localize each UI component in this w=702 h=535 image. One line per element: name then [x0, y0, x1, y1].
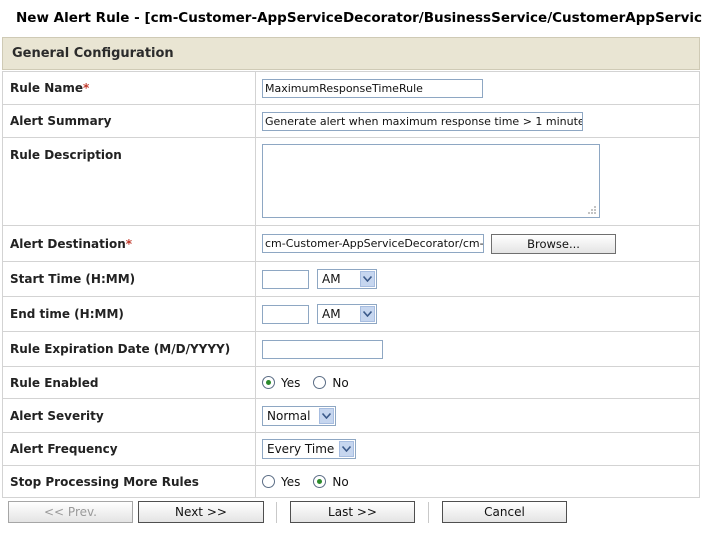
form-row-stop-processing: Stop Processing More Rules Yes No: [2, 465, 700, 498]
cancel-button[interactable]: Cancel: [442, 501, 567, 523]
page-title: New Alert Rule - [cm-Customer-AppService…: [16, 10, 702, 26]
alert-severity-label: Alert Severity: [2, 398, 256, 433]
alert-destination-input[interactable]: cm-Customer-AppServiceDecorator/cm-Custo…: [262, 234, 484, 253]
radio-selected-dot: [266, 380, 271, 385]
last-button[interactable]: Last >>: [290, 501, 415, 523]
chevron-down-icon[interactable]: [319, 407, 334, 424]
form-row-alert-summary: Alert Summary Generate alert when maximu…: [2, 104, 700, 138]
alert-severity-select[interactable]: Normal: [262, 405, 336, 426]
button-separator: [428, 502, 429, 523]
prev-button[interactable]: << Prev.: [8, 501, 133, 523]
required-marker: *: [83, 81, 90, 95]
button-separator: [276, 502, 277, 523]
stop-processing-no-label[interactable]: No: [332, 475, 348, 489]
form-row-rule-name: Rule Name* MaximumResponseTimeRule: [2, 71, 700, 105]
alert-frequency-select[interactable]: Every Time: [262, 439, 356, 459]
form-row-alert-destination: Alert Destination* cm-Customer-AppServic…: [2, 225, 700, 262]
alert-severity-value: Normal: [267, 408, 311, 423]
form-row-rule-description: Rule Description: [2, 137, 700, 226]
general-configuration-form: Rule Name* MaximumResponseTimeRule Alert…: [2, 71, 700, 498]
start-ampm-select[interactable]: AM: [317, 269, 377, 289]
form-row-rule-enabled: Rule Enabled Yes No: [2, 366, 700, 399]
rule-enabled-radio-group: Yes No: [262, 376, 699, 390]
section-title: General Configuration: [12, 46, 174, 61]
resize-grip-icon[interactable]: [587, 205, 597, 215]
rule-enabled-label: Rule Enabled: [2, 366, 256, 399]
form-row-alert-frequency: Alert Frequency Every Time: [2, 432, 700, 466]
section-header: General Configuration: [2, 37, 700, 70]
end-time-input[interactable]: [262, 304, 309, 324]
alert-summary-label: Alert Summary: [2, 104, 256, 138]
rule-enabled-no-label[interactable]: No: [332, 376, 348, 390]
rule-description-label: Rule Description: [2, 137, 256, 226]
rule-enabled-yes-radio[interactable]: [262, 376, 275, 389]
chevron-down-icon[interactable]: [339, 441, 354, 457]
start-time-label: Start Time (H:MM): [2, 261, 256, 297]
alert-destination-label: Alert Destination*: [2, 225, 256, 262]
form-row-end-time: End time (H:MM) AM: [2, 296, 700, 332]
stop-processing-yes-radio[interactable]: [262, 475, 275, 488]
expiration-date-label: Rule Expiration Date (M/D/YYYY): [2, 331, 256, 367]
chevron-down-icon[interactable]: [360, 306, 375, 322]
required-marker: *: [125, 236, 133, 251]
stop-processing-label: Stop Processing More Rules: [2, 465, 256, 498]
stop-processing-no-radio[interactable]: [313, 475, 327, 488]
end-time-label: End time (H:MM): [2, 296, 256, 332]
radio-selected-dot: [317, 479, 323, 484]
form-row-expiration-date: Rule Expiration Date (M/D/YYYY): [2, 331, 700, 367]
start-ampm-value: AM: [322, 272, 341, 286]
chevron-down-icon[interactable]: [360, 271, 375, 287]
end-ampm-select[interactable]: AM: [317, 304, 377, 324]
rule-description-textarea[interactable]: [262, 144, 600, 218]
stop-processing-radio-group: Yes No: [262, 475, 699, 489]
alert-frequency-label: Alert Frequency: [2, 432, 256, 466]
form-row-start-time: Start Time (H:MM) AM: [2, 261, 700, 297]
rule-name-label: Rule Name*: [2, 71, 256, 105]
wizard-button-bar: << Prev. Next >> Last >> Cancel: [0, 501, 702, 525]
browse-button[interactable]: Browse...: [491, 233, 616, 254]
alert-frequency-value: Every Time: [267, 442, 335, 456]
rule-enabled-no-radio[interactable]: [313, 376, 327, 389]
rule-name-input[interactable]: MaximumResponseTimeRule: [262, 78, 483, 98]
next-button[interactable]: Next >>: [138, 501, 264, 523]
start-time-input[interactable]: [262, 269, 309, 289]
rule-enabled-yes-label[interactable]: Yes: [281, 376, 300, 390]
page-title-bar: New Alert Rule - [cm-Customer-AppService…: [0, 0, 702, 36]
form-row-alert-severity: Alert Severity Normal: [2, 398, 700, 433]
stop-processing-yes-label[interactable]: Yes: [281, 475, 300, 489]
end-ampm-value: AM: [322, 307, 341, 321]
alert-summary-input[interactable]: Generate alert when maximum response tim…: [262, 111, 583, 131]
expiration-date-input[interactable]: [262, 339, 383, 359]
